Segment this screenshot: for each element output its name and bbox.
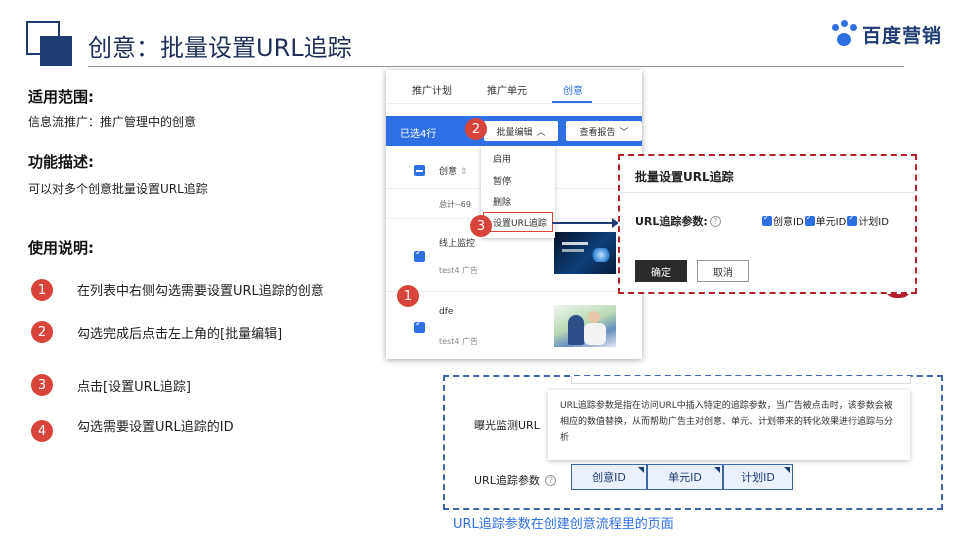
step-3-text: 点击[设置URL追踪] [77,380,191,395]
tracking-params-label: URL追踪参数 ? [474,472,557,488]
tab-creative[interactable]: 创意 [563,82,583,97]
feature-text: 可以对多个创意批量设置URL追踪 [28,182,208,196]
dialog-divider [620,192,914,193]
tracking-params-checkboxes: 创意ID 单元ID 计划ID [762,213,889,228]
help-icon[interactable]: ? [545,475,557,486]
header-divider [88,66,904,67]
tracking-params-tooltip: URL追踪参数是指在访问URL中插入特定的追踪参数，当广告被点击时，该参数会被相… [548,390,910,460]
param-unit-id-button[interactable]: 单元ID [647,464,723,490]
sort-icon: ⇕ [459,167,468,177]
select-all-checkbox[interactable] [414,165,425,176]
checked-icon [847,213,858,226]
step-4-text: 勾选需要设置URL追踪的ID [77,420,234,435]
usage-heading: 使用说明: [28,239,94,257]
step-2-badge: 2 [31,321,53,343]
chevron-up-icon: ︿ [536,127,546,138]
panel-caption: URL追踪参数在创建创意流程里的页面 [453,517,674,532]
row-checkbox[interactable] [414,248,425,262]
dialog-title: 批量设置URL追踪 [635,170,734,184]
checkbox-plan-id[interactable]: 计划ID [847,213,889,228]
callout-badge-2: 2 [465,118,487,140]
chevron-down-icon: ﹀ [619,127,629,138]
row-divider [386,291,642,292]
param-plan-id-button[interactable]: 计划ID [723,464,793,490]
arrow-connector [552,222,614,224]
input-field-edge [571,376,911,384]
creative-thumbnail [554,305,616,347]
tab-plan[interactable]: 推广计划 [412,82,452,97]
confirm-button[interactable]: 确定 [635,260,687,282]
callout-badge-3: 3 [470,215,492,237]
scope-text: 信息流推广：推广管理中的创意 [28,115,197,129]
active-tab-indicator [552,101,592,103]
row-title[interactable]: 线上监控 [439,236,475,249]
page-title: 创意：批量设置URL追踪 [88,34,352,62]
selected-count: 已选4行 [400,129,437,140]
total-row: 总计--69 [439,200,471,209]
creative-list-panel: 推广计划 推广单元 创意 已选4行 批量编辑 ︿ 查看报告 ﹀ 创意 ⇕ 总计-… [386,70,642,359]
view-report-label: 查看报告 [579,127,616,138]
step-2-text: 勾选完成后点击左上角的[批量编辑] [77,327,283,342]
menu-item-delete[interactable]: 删除 [493,195,511,208]
creative-column-header[interactable]: 创意 ⇕ [439,164,467,177]
row-subtitle: test4 广告 [439,266,478,275]
help-icon[interactable]: ? [709,216,721,227]
creative-thumbnail [554,232,616,274]
tracking-params-label: URL追踪参数:? [635,213,721,229]
highlight-box [483,212,553,232]
scope-heading: 适用范围: [28,88,94,106]
brand-name: 百度营销 [862,24,943,47]
step-3-badge: 3 [31,374,53,396]
step-4-badge: 4 [31,420,53,442]
batch-url-tracking-dialog: 批量设置URL追踪 URL追踪参数:? 创意ID 单元ID 计划ID 确定 取消 [618,154,917,294]
logo-square-filled [40,36,72,66]
param-creative-id-button[interactable]: 创意ID [571,464,647,490]
exposure-url-label: 曝光监测URL [474,419,540,432]
menu-item-pause[interactable]: 暂停 [493,174,511,187]
tab-unit[interactable]: 推广单元 [487,82,527,97]
bulk-edit-menu: 启用 暂停 删除 设置URL追踪 [481,146,555,238]
cancel-button[interactable]: 取消 [697,260,749,282]
checked-icon [804,213,815,226]
bulk-edit-button[interactable]: 批量编辑 ︿ [484,121,558,141]
bulk-edit-label: 批量编辑 [496,127,533,138]
callout-badge-1: 1 [397,285,419,307]
row-checkbox[interactable] [414,319,425,333]
checkbox-creative-id[interactable]: 创意ID [762,213,804,228]
row-subtitle: test4 广告 [439,337,478,346]
step-1-badge: 1 [31,279,53,301]
checked-icon [762,213,772,226]
brand-logo: 百度营销 [830,20,942,48]
view-report-button[interactable]: 查看报告 ﹀ [566,121,642,141]
create-flow-panel: URL追踪参数是指在访问URL中插入特定的追踪参数，当广告被点击时，该参数会被相… [443,375,943,510]
tab-bar: 推广计划 推广单元 创意 [386,70,642,104]
batch-action-bar: 已选4行 批量编辑 ︿ 查看报告 ﹀ [386,116,642,146]
paw-icon [830,20,858,48]
checkbox-unit-id[interactable]: 单元ID [804,213,846,228]
row-title[interactable]: dfe [439,307,453,317]
feature-heading: 功能描述: [28,153,94,171]
step-1-text: 在列表中右侧勾选需要设置URL追踪的创意 [77,284,324,299]
menu-item-enable[interactable]: 启用 [493,152,511,165]
